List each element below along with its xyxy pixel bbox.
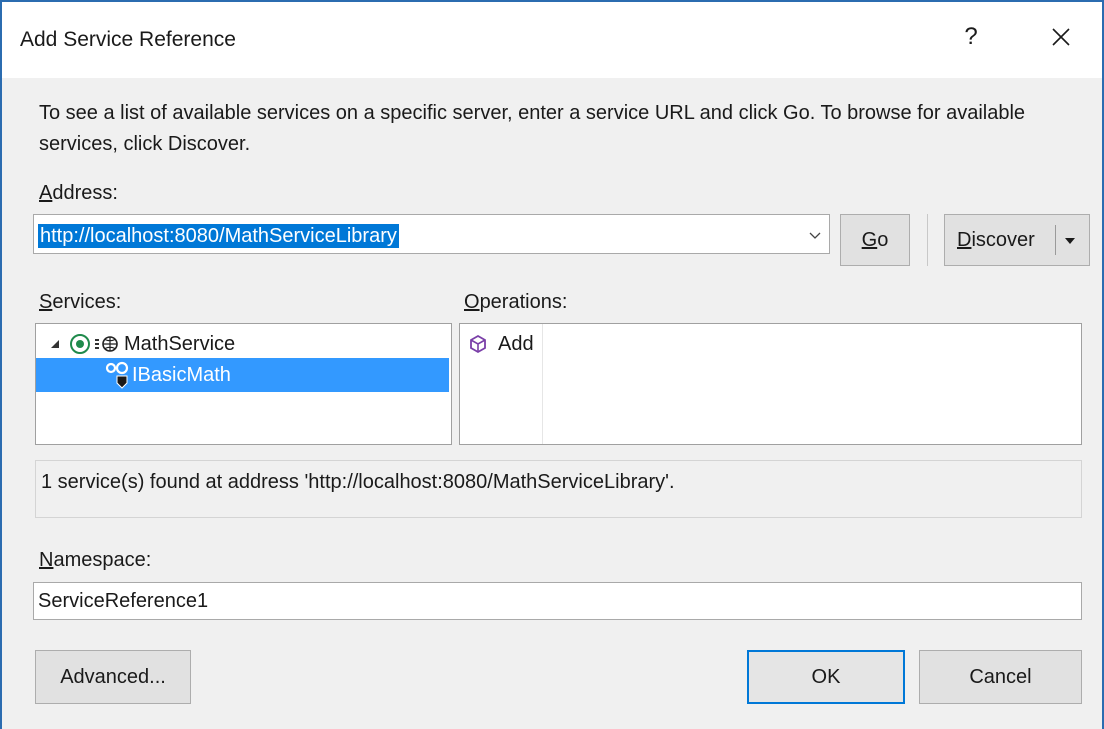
tree-node-label: IBasicMath (132, 363, 231, 386)
cancel-button[interactable]: Cancel (919, 650, 1082, 704)
operations-list[interactable]: Add (459, 323, 1082, 445)
contract-interface-icon (105, 361, 129, 389)
tree-node-label: MathService (124, 332, 236, 355)
split-divider (1055, 225, 1056, 255)
instructions-text: To see a list of available services on a… (39, 102, 1026, 155)
service-status-icon (70, 334, 90, 354)
close-button[interactable] (1036, 12, 1086, 62)
operations-label: Operations: (464, 291, 568, 313)
discover-button-label: Discover (957, 228, 1035, 251)
namespace-label: Namespace: (39, 549, 152, 571)
go-button[interactable]: Go (840, 214, 910, 266)
dropdown-arrow-icon[interactable] (1063, 234, 1077, 248)
toolbar-divider (927, 214, 928, 266)
add-service-reference-dialog: Add Service Reference ? To see a list of… (0, 0, 1104, 729)
status-text: 1 service(s) found at address 'http://lo… (41, 471, 675, 493)
discover-button[interactable]: Discover (944, 214, 1090, 266)
expand-triangle-icon[interactable] (48, 337, 62, 351)
help-icon: ? (964, 23, 978, 50)
help-button[interactable]: ? (946, 12, 996, 62)
globe-service-icon (95, 336, 118, 352)
operation-item-add[interactable]: Add (460, 327, 540, 361)
address-combobox[interactable]: http://localhost:8080/MathServiceLibrary (33, 214, 830, 254)
advanced-button[interactable]: Advanced... (35, 650, 191, 704)
go-button-label: Go (861, 228, 889, 251)
column-separator (542, 324, 543, 444)
address-input[interactable]: http://localhost:8080/MathServiceLibrary (38, 224, 399, 248)
address-label: Address: (39, 182, 118, 204)
operation-label: Add (498, 332, 534, 355)
services-label: Services: (39, 291, 122, 313)
tree-node-mathservice[interactable]: MathService (36, 327, 446, 361)
ok-button[interactable]: OK (747, 650, 905, 704)
title-bar: Add Service Reference ? (2, 2, 1102, 78)
namespace-input[interactable]: ServiceReference1 (33, 582, 1082, 620)
services-tree[interactable]: MathService IBasicMath (35, 323, 452, 445)
method-cube-icon (470, 334, 486, 354)
status-message-box: 1 service(s) found at address 'http://lo… (35, 460, 1082, 518)
tree-node-ibasicmath[interactable]: IBasicMath (36, 358, 449, 392)
chevron-down-icon[interactable] (807, 227, 823, 243)
close-icon (1052, 28, 1070, 46)
window-title: Add Service Reference (20, 28, 236, 51)
